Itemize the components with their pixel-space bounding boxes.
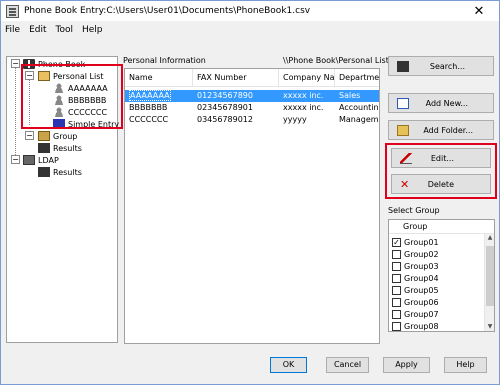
scroll-down-icon[interactable]: ▼ bbox=[486, 323, 494, 331]
ok-button[interactable]: OK bbox=[270, 357, 307, 373]
list-path-label: \\Phone Book\Personal List bbox=[283, 56, 389, 65]
scroll-up-icon[interactable]: ▲ bbox=[486, 234, 494, 244]
add-folder-button[interactable]: Add Folder... bbox=[388, 120, 494, 140]
tree-item-group[interactable]: Group bbox=[38, 130, 77, 142]
tree-item-label: Results bbox=[53, 143, 82, 153]
search-button[interactable]: Search... bbox=[388, 56, 494, 76]
group-item[interactable]: Group03 bbox=[392, 260, 439, 272]
cell-name: AAAAAAA bbox=[129, 90, 171, 101]
cell-department: Accounting bbox=[339, 103, 380, 112]
tree-item-ldap-results[interactable]: Results bbox=[38, 166, 82, 178]
group-scrollbar[interactable]: ▲ ▼ bbox=[484, 234, 494, 331]
cell-name: CCCCCCC bbox=[129, 115, 169, 124]
cell-company: xxxxx inc. bbox=[283, 91, 324, 100]
checkbox-checked[interactable]: ✓ bbox=[392, 237, 401, 247]
cell-name: BBBBBBB bbox=[129, 103, 168, 112]
menu-bar: File Edit Tool Help bbox=[1, 22, 499, 38]
menu-edit[interactable]: Edit bbox=[29, 25, 46, 35]
list-header: Name FAX Number Company Name Department bbox=[125, 69, 379, 87]
table-row[interactable]: BBBBBBB 02345678901 xxxxx inc. Accountin… bbox=[125, 102, 380, 114]
close-icon[interactable]: ✕ bbox=[459, 1, 499, 21]
checkbox[interactable] bbox=[392, 321, 401, 331]
menu-file[interactable]: File bbox=[5, 25, 20, 35]
highlight-edit-delete bbox=[385, 143, 497, 199]
menu-tool[interactable]: Tool bbox=[56, 25, 73, 35]
phone-book-entry-window: Phone Book Entry:C:\Users\User01\Documen… bbox=[0, 0, 500, 385]
tree-expander-group[interactable]: − bbox=[25, 131, 34, 140]
app-icon bbox=[6, 4, 19, 18]
table-row[interactable]: CCCCCCC 03456789012 yyyyy Management bbox=[125, 114, 379, 126]
column-header-department[interactable]: Department bbox=[335, 69, 379, 87]
group-column-header: Group bbox=[389, 220, 494, 234]
personal-information-list[interactable]: Name FAX Number Company Name Department … bbox=[124, 68, 380, 344]
checkbox[interactable] bbox=[392, 309, 401, 319]
tree-item-group-results[interactable]: Results bbox=[38, 142, 82, 154]
checkbox[interactable] bbox=[392, 285, 401, 295]
tree-item-ldap[interactable]: LDAP bbox=[23, 154, 59, 166]
checkbox[interactable] bbox=[392, 249, 401, 259]
tree-expander-ldap[interactable]: − bbox=[11, 155, 20, 164]
column-header-fax[interactable]: FAX Number bbox=[193, 69, 279, 87]
group-item[interactable]: Group08 bbox=[392, 320, 439, 331]
cell-department: Sales bbox=[339, 91, 361, 100]
group-item[interactable]: Group02 bbox=[392, 248, 439, 260]
tree-item-label: Group bbox=[53, 131, 78, 141]
checkbox[interactable] bbox=[392, 297, 401, 307]
group-item[interactable]: Group04 bbox=[392, 272, 439, 284]
tree-item-label: Results bbox=[53, 167, 82, 177]
select-group-list[interactable]: Group ✓ Group01 Group02 Group03 Group04 G… bbox=[388, 219, 495, 332]
results-icon bbox=[38, 167, 50, 177]
table-row[interactable]: AAAAAAA 01234567890 xxxxx inc. Sales bbox=[125, 90, 379, 102]
checkbox[interactable] bbox=[392, 273, 401, 283]
cell-company: xxxxx inc. bbox=[283, 103, 324, 112]
group-item[interactable]: Group07 bbox=[392, 308, 439, 320]
help-button[interactable]: Help bbox=[444, 357, 487, 373]
tree-expander-phone-book[interactable]: − bbox=[11, 59, 20, 68]
cell-fax: 02345678901 bbox=[197, 103, 253, 112]
cell-fax: 01234567890 bbox=[197, 91, 253, 100]
checkbox[interactable] bbox=[392, 261, 401, 271]
personal-information-label: Personal Information bbox=[123, 56, 206, 65]
group-item[interactable]: ✓ Group01 bbox=[392, 236, 439, 248]
column-header-company[interactable]: Company Name bbox=[279, 69, 335, 87]
apply-button[interactable]: Apply bbox=[383, 357, 430, 373]
title-bar: Phone Book Entry:C:\Users\User01\Documen… bbox=[1, 1, 499, 21]
group-item[interactable]: Group06 bbox=[392, 296, 439, 308]
cell-fax: 03456789012 bbox=[197, 115, 253, 124]
highlight-personal-list bbox=[21, 64, 123, 129]
results-icon bbox=[38, 143, 50, 153]
cell-company: yyyyy bbox=[283, 115, 307, 124]
add-new-button[interactable]: Add New... bbox=[388, 93, 494, 113]
group-icon bbox=[38, 131, 50, 141]
scroll-thumb[interactable] bbox=[486, 246, 494, 306]
column-header-name[interactable]: Name bbox=[125, 69, 193, 87]
tree-item-label: LDAP bbox=[38, 155, 59, 165]
tree-line bbox=[15, 65, 16, 161]
cell-department: Management bbox=[339, 115, 379, 124]
ldap-icon bbox=[23, 155, 35, 165]
select-group-label: Select Group bbox=[388, 206, 440, 215]
group-item[interactable]: Group05 bbox=[392, 284, 439, 296]
cancel-button[interactable]: Cancel bbox=[326, 357, 369, 373]
menu-help[interactable]: Help bbox=[82, 25, 103, 35]
window-title: Phone Book Entry:C:\Users\User01\Documen… bbox=[24, 6, 311, 16]
